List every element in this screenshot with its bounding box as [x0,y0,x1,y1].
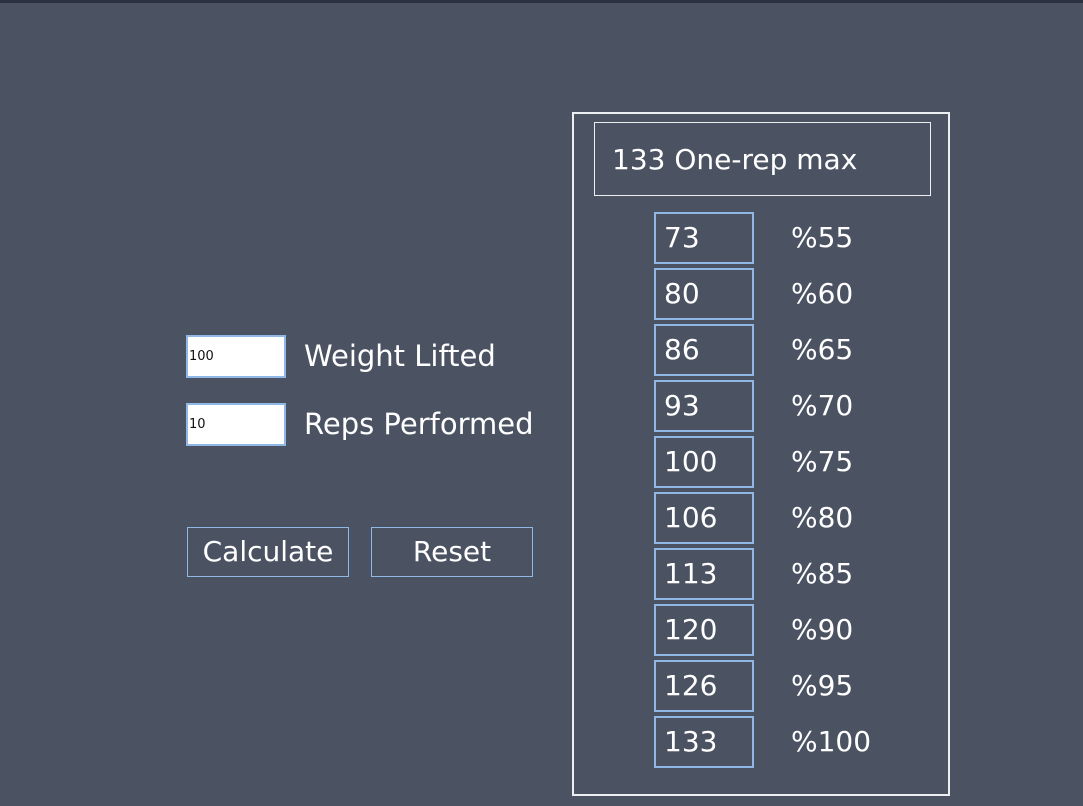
percentage-row: 106 %80 [654,492,934,544]
percentage-weight-value: 113 [654,548,754,600]
one-rep-max-value: 133 [612,143,666,176]
percentage-weight-value: 93 [654,380,754,432]
reps-performed-label: Reps Performed [304,407,534,441]
percentage-label: %75 [791,445,854,478]
weight-lifted-input[interactable] [186,335,286,378]
window-top-edge [0,0,1083,3]
percentage-weight-value: 120 [654,604,754,656]
percentage-row: 73 %55 [654,212,934,264]
percentage-label: %100 [791,725,872,758]
percentage-weight-value: 106 [654,492,754,544]
percentage-row: 133 %100 [654,716,934,768]
one-rep-max-display: 133 One-rep max [594,122,931,196]
reps-performed-input[interactable] [186,403,286,446]
percentage-weight-value: 126 [654,660,754,712]
calculate-button[interactable]: Calculate [187,527,349,577]
percentage-weight-value: 100 [654,436,754,488]
one-rep-max-label: One-rep max [674,143,858,176]
percentage-row: 120 %90 [654,604,934,656]
percentage-row: 113 %85 [654,548,934,600]
percentage-row: 100 %75 [654,436,934,488]
percentage-weight-value: 86 [654,324,754,376]
percentage-row: 86 %65 [654,324,934,376]
percentage-label: %80 [791,501,854,534]
percentage-row: 80 %60 [654,268,934,320]
percentage-weight-value: 73 [654,212,754,264]
percentage-label: %70 [791,389,854,422]
percentage-label: %65 [791,333,854,366]
weight-lifted-label: Weight Lifted [304,339,496,373]
percentage-label: %60 [791,277,854,310]
percentage-label: %55 [791,221,854,254]
percentage-label: %90 [791,613,854,646]
percentage-row: 93 %70 [654,380,934,432]
percentage-weight-value: 133 [654,716,754,768]
percentage-label: %95 [791,669,854,702]
percentage-weight-value: 80 [654,268,754,320]
percentage-row: 126 %95 [654,660,934,712]
results-panel: 133 One-rep max 73 %55 80 %60 86 %65 93 … [572,112,950,796]
reset-button[interactable]: Reset [371,527,533,577]
percentage-label: %85 [791,557,854,590]
